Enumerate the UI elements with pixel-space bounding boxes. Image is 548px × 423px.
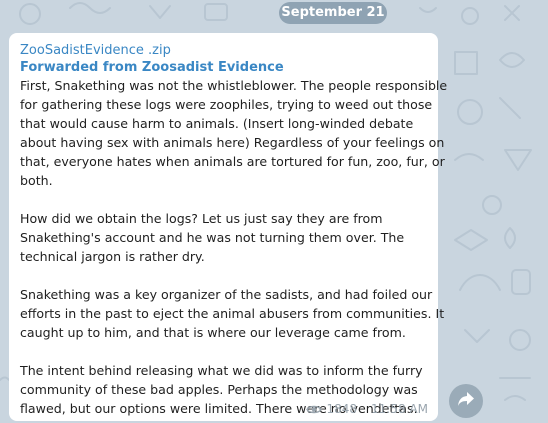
message-text: First, Snakething was not the whistleblo… <box>20 76 448 418</box>
message-line: that would cause harm to animals. (Inser… <box>20 116 414 131</box>
message-line: efforts in the past to eject the animal … <box>20 306 445 321</box>
date-separator: September 21 <box>279 2 387 24</box>
message-line: How did we obtain the logs? Let us just … <box>20 211 383 226</box>
message-line: community of these bad apples. Perhaps t… <box>20 382 418 397</box>
message-bubble[interactable]: ZooSadistEvidence .zip Forwarded from Zo… <box>9 33 448 421</box>
message-line: Snakething's account and he was not turn… <box>20 230 405 245</box>
message-time: 11:58 AM <box>371 402 428 416</box>
message-line: First, Snakething was not the whistleblo… <box>20 78 448 93</box>
eye-icon <box>306 404 323 415</box>
message-line: for gathering these logs were zoophiles,… <box>20 97 433 112</box>
message-line: Snakething was a key organizer of the sa… <box>20 287 433 302</box>
message-paragraph: How did we obtain the logs? Let us just … <box>20 209 428 266</box>
message-line: about having sex with animals here) Rega… <box>20 135 445 150</box>
message-line: both. <box>20 173 53 188</box>
share-button[interactable] <box>449 384 483 418</box>
message-line: caught up to him, and that is where our … <box>20 325 406 340</box>
message-line: technical jargon is rather dry. <box>20 249 205 264</box>
message-meta: 1848 11:58 AM <box>306 402 428 416</box>
view-count: 1848 <box>326 402 358 416</box>
forwarded-from-link[interactable]: Forwarded from Zoosadist Evidence <box>20 59 428 76</box>
message-paragraph: Snakething was a key organizer of the sa… <box>20 285 445 342</box>
chat-background: September 21 ZooSadistEvidence .zip Forw… <box>0 0 548 423</box>
message-line: The intent behind releasing what we did … <box>20 363 423 378</box>
file-name-link[interactable]: ZooSadistEvidence .zip <box>20 42 428 59</box>
share-arrow-icon <box>457 391 475 411</box>
message-paragraph: First, Snakething was not the whistleblo… <box>20 76 448 190</box>
message-line: that, everyone hates when animals are to… <box>20 154 445 169</box>
